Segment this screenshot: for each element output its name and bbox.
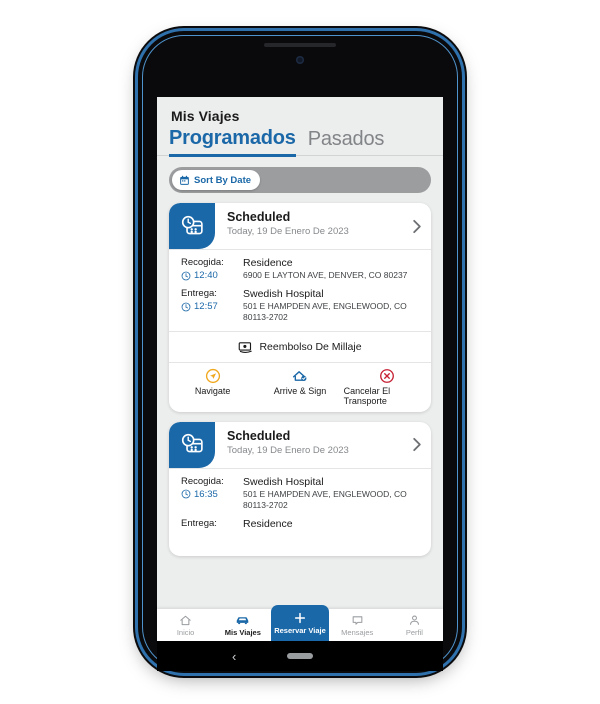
pickup-location: Residence 6900 E LAYTON AVE, DENVER, CO … [243, 257, 421, 281]
pickup-time: 12:40 [181, 270, 243, 281]
pickup-meta: Recogida: 12:40 [181, 257, 243, 281]
page-title: Mis Viajes [171, 108, 240, 124]
chat-icon [352, 615, 363, 625]
tab-bar: Programados Pasados [157, 127, 443, 157]
calendar-icon [180, 175, 189, 185]
plus-icon [294, 612, 306, 624]
scheduled-clock-card-icon [181, 215, 203, 234]
pickup-time: 16:35 [181, 489, 243, 500]
pickup-address: 501 E HAMPDEN AVE, ENGLEWOOD, CO 80113-2… [243, 488, 407, 510]
car-icon [237, 616, 249, 624]
pickup-time-label: 12:40 [194, 270, 218, 281]
navigate-arrow-icon [205, 368, 220, 383]
trip-dropoff-row: Entrega: Residence [169, 511, 431, 530]
dropoff-label: Entrega: [181, 518, 217, 530]
phone-mockup: Mis Viajes Programados Pasados Sort By D… [138, 31, 462, 673]
pickup-location: Swedish Hospital 501 E HAMPDEN AVE, ENGL… [243, 476, 421, 511]
nav-label-mis-viajes: Mis Viajes [224, 627, 261, 637]
sort-by-date-label: Sort By Date [194, 174, 252, 186]
trip-list: Scheduled Today, 19 De Enero De 2023 Rec… [157, 193, 443, 557]
arrive-and-sign-label: Arrive & Sign [273, 385, 327, 396]
money-bill-icon [239, 341, 253, 353]
trip-card[interactable]: Scheduled Today, 19 De Enero De 2023 Rec… [169, 203, 431, 412]
nav-item-perfil[interactable]: Perfil [386, 609, 443, 641]
nav-item-reservar-viaje[interactable]: Reservar Viaje [271, 605, 329, 641]
tab-pasados[interactable]: Pasados [308, 128, 385, 155]
mileage-reimbursement-label: Reembolso De Millaje [259, 341, 362, 354]
sort-control[interactable]: Sort By Date [169, 167, 431, 193]
pickup-address: 6900 E LAYTON AVE, DENVER, CO 80237 [243, 270, 408, 280]
nav-item-mensajes[interactable]: Mensajes [329, 609, 386, 641]
trip-card-header[interactable]: Scheduled Today, 19 De Enero De 2023 [169, 203, 431, 250]
cancel-circle-icon [380, 368, 395, 383]
nav-label-perfil: Perfil [405, 627, 423, 637]
system-home-indicator[interactable] [287, 653, 313, 659]
trip-pickup-row: Recogida: 16:35 Swedish Hospital 501 E H… [169, 469, 431, 511]
dropoff-location: Residence [243, 518, 421, 530]
pickup-meta: Recogida: 16:35 [181, 476, 243, 511]
dropoff-meta: Entrega: [181, 518, 243, 530]
nav-label-reservar-viaje: Reservar Viaje [274, 626, 326, 635]
system-navigation-bar: ‹ [157, 641, 443, 671]
pickup-place: Residence [243, 257, 293, 269]
pickup-place: Swedish Hospital [243, 475, 324, 488]
dropoff-time: 12:57 [181, 301, 243, 312]
navigate-button[interactable]: Navigate [169, 363, 256, 412]
pickup-label: Recogida: [181, 475, 224, 487]
trip-card-header[interactable]: Scheduled Today, 19 De Enero De 2023 [169, 421, 431, 469]
nav-item-mis-viajes[interactable]: Mis Viajes [214, 609, 271, 641]
pickup-label: Recogida: [181, 257, 224, 268]
mileage-reimbursement-button[interactable]: Reembolso De Millaje [169, 330, 431, 362]
trip-card[interactable]: Scheduled Today, 19 De Enero De 2023 Rec… [169, 421, 431, 557]
trip-status-badge [169, 203, 215, 249]
trip-status-badge [169, 421, 215, 468]
trip-header-text: Scheduled Today, 19 De Enero De 2023 [215, 422, 403, 468]
nav-label-mensajes: Mensajes [341, 627, 374, 637]
bottom-navigation: Inicio Mis Viajes Reservar Viaje Mensaje… [157, 605, 443, 641]
cancel-transport-button[interactable]: Cancelar El Transporte [344, 363, 431, 412]
trip-actions: Navigate Arrive & Sign Cancelar El Trans… [169, 361, 431, 412]
arrive-and-sign-button[interactable]: Arrive & Sign [256, 363, 343, 412]
dropoff-label: Entrega: [181, 288, 217, 300]
dropoff-place: Residence [243, 518, 293, 531]
clock-icon [181, 489, 191, 499]
nav-label-inicio: Inicio [176, 627, 195, 637]
person-icon [409, 615, 419, 625]
navigate-label: Navigate [194, 385, 231, 396]
system-back-icon[interactable]: ‹ [232, 650, 236, 663]
dropoff-location: Swedish Hospital 501 E HAMPDEN AVE, ENGL… [243, 288, 421, 323]
clock-icon [181, 302, 191, 312]
app-screen: Mis Viajes Programados Pasados Sort By D… [157, 97, 443, 609]
dropoff-place: Swedish Hospital [243, 288, 324, 301]
trip-status-label: Scheduled [227, 428, 291, 443]
chevron-right-icon[interactable] [403, 422, 431, 468]
trip-pickup-row: Recogida: 12:40 Residence 6900 E LAYTON … [169, 250, 431, 281]
scheduled-clock-card-icon [181, 434, 203, 453]
dropoff-meta: Entrega: 12:57 [181, 288, 243, 323]
clock-icon [181, 271, 191, 280]
tab-programados[interactable]: Programados [169, 127, 296, 157]
nav-item-inicio[interactable]: Inicio [157, 609, 214, 641]
trip-date-label: Today, 19 De Enero De 2023 [227, 444, 349, 456]
trip-status-label: Scheduled [227, 210, 291, 224]
home-check-icon [293, 370, 307, 381]
earpiece-speaker [264, 43, 336, 47]
chevron-right-icon[interactable] [403, 203, 431, 249]
dropoff-time-label: 12:57 [194, 301, 218, 313]
trip-dropoff-row: Entrega: 12:57 Swedish Hospital 501 E HA… [169, 281, 431, 323]
dropoff-address: 501 E HAMPDEN AVE, ENGLEWOOD, CO 80113-2… [243, 301, 407, 323]
sort-by-date-button[interactable]: Sort By Date [172, 170, 261, 190]
trip-header-text: Scheduled Today, 19 De Enero De 2023 [215, 203, 403, 249]
home-icon [180, 615, 191, 625]
cancel-transport-label: Cancelar El Transporte [343, 385, 391, 406]
trip-date-label: Today, 19 De Enero De 2023 [227, 226, 349, 237]
front-camera-icon [296, 56, 304, 64]
pickup-time-label: 16:35 [194, 488, 218, 500]
